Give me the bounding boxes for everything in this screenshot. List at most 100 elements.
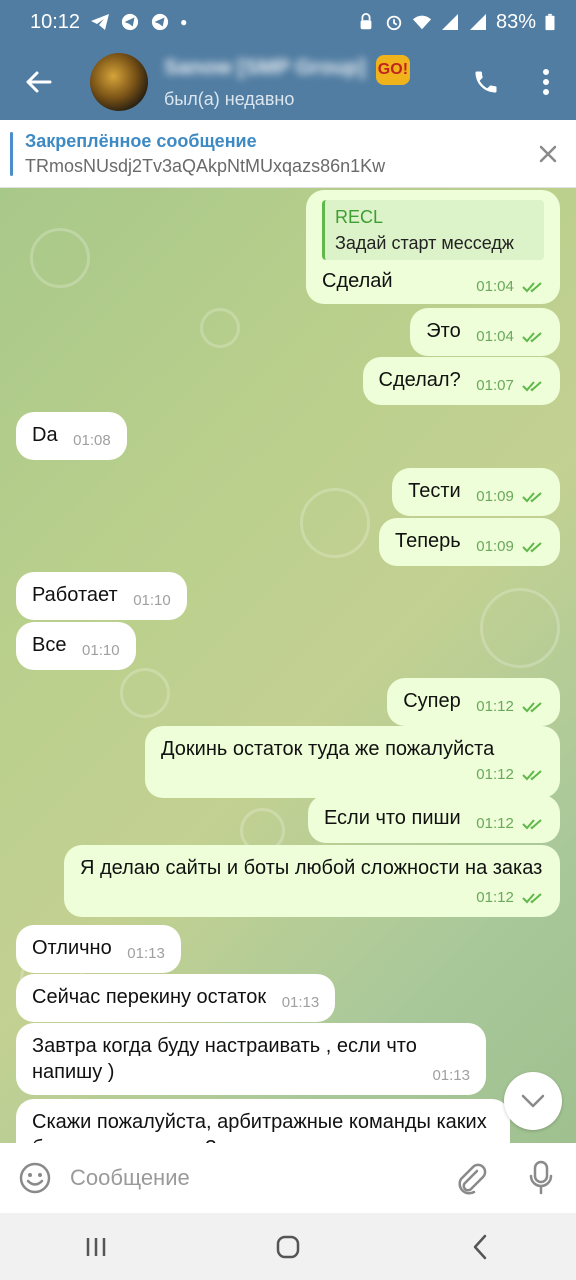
voice-button[interactable] [506,1143,576,1213]
wallpaper-doodle [480,588,560,668]
chat-header: Sanow [SMP Group] GO! был(а) недавно [0,44,576,120]
wifi-icon [412,15,432,30]
emoji-icon [19,1162,51,1194]
message-time: 01:12 [476,815,514,832]
incoming-message[interactable]: Завтра когда буду настраивать , если что… [16,1023,486,1095]
reply-quote[interactable]: RECL Задай старт месседж [322,200,544,260]
incoming-message[interactable]: Отлично 01:13 [16,925,181,973]
double-check-icon [522,332,542,343]
chat-badge: GO! [375,54,410,85]
message-time: 01:10 [133,592,171,609]
phone-icon [475,71,497,93]
telegram-notification-icon [91,14,110,30]
close-icon [539,145,557,162]
wallpaper-doodle [120,668,170,718]
message-input[interactable]: Сообщение [70,1165,436,1191]
message-text: Супер [403,690,461,712]
back-nav-icon [473,1234,487,1259]
message-time: 01:12 [476,766,514,783]
outgoing-message[interactable]: Тести 01:09 [392,468,560,516]
back-nav-button[interactable] [450,1217,510,1277]
back-arrow-icon [26,71,52,93]
signal-icon [441,14,458,30]
incoming-message[interactable]: Скажи пожалуйста, арбитражные команды ка… [16,1099,510,1143]
microphone-icon [529,1160,553,1195]
wallpaper-doodle [300,488,370,558]
message-text: Сделай [322,270,393,292]
message-time: 01:04 [476,278,514,295]
message-text: Все [32,634,67,656]
double-check-icon [522,381,542,392]
call-button[interactable] [456,44,516,120]
more-button[interactable] [516,44,576,120]
dot-icon: ● [180,15,188,29]
outgoing-message[interactable]: Супер 01:12 [387,678,560,726]
home-icon [276,1235,300,1258]
pinned-title: Закреплённое сообщение [25,130,257,151]
double-check-icon [522,819,542,830]
message-text: Теперь [395,530,461,552]
home-button[interactable] [258,1217,318,1277]
message-time: 01:12 [476,698,514,715]
lock-icon [360,13,372,30]
outgoing-message[interactable]: Теперь 01:09 [379,518,560,566]
message-text: Отлично [32,937,112,959]
outgoing-message[interactable]: RECL Задай старт месседж Сделай 01:04 [306,190,560,304]
attach-button[interactable] [436,1143,506,1213]
alarm-icon [386,15,402,31]
back-button[interactable] [0,44,76,120]
recent-apps-button[interactable] [66,1217,126,1277]
outgoing-message[interactable]: Если что пиши 01:12 [307,795,560,843]
message-text: Если что пиши [323,807,461,829]
avatar[interactable] [90,53,148,111]
chat-area[interactable]: RECL Задай старт месседж Сделай 01:04 Эт… [0,188,576,1143]
signal-icon [469,14,486,30]
message-time: 01:13 [281,994,320,1011]
status-bar: 10:12 ● 83% [0,0,576,44]
double-check-icon [522,542,542,553]
outgoing-message[interactable]: Докинь остаток туда же пожалуйста 01:12 [145,726,560,798]
double-check-icon [522,893,542,904]
message-time: 01:07 [476,377,514,394]
chat-title-area[interactable]: Sanow [SMP Group] GO! был(а) недавно [164,54,456,110]
message-text: Я делаю сайты и боты любой сложности на … [80,857,543,879]
message-text: Da [32,424,58,446]
outgoing-message[interactable]: Это 01:04 [410,308,560,356]
message-time: 01:13 [127,945,165,962]
message-text: Завтра когда буду настраивать , если что… [32,1035,417,1083]
incoming-message[interactable]: Сейчас перекину остаток 01:13 [16,974,336,1022]
pinned-close-button[interactable] [520,120,576,188]
system-navigation-bar [0,1213,576,1280]
double-check-icon [522,770,542,781]
pinned-message[interactable]: Закреплённое сообщение TRmosNUsdj2Tv3aQA… [0,120,576,188]
reply-text: Задай старт месседж [335,233,514,253]
attach-icon [458,1163,487,1195]
message-text: Сейчас перекину остаток [32,986,267,1008]
chat-status: был(а) недавно [164,88,295,109]
message-time: 01:09 [476,538,514,555]
double-check-icon [522,282,542,293]
telegram-notification-icon [151,13,169,31]
message-composer: Сообщение [0,1143,576,1213]
incoming-message[interactable]: Работает 01:10 [16,572,187,620]
battery-percent: 83% [495,10,536,33]
status-time: 10:12 [30,10,81,33]
message-time: 01:12 [476,889,514,906]
incoming-message[interactable]: Da 01:08 [16,412,127,460]
message-text: Докинь остаток туда же пожалуйста [161,738,495,760]
outgoing-message[interactable]: Я делаю сайты и боты любой сложности на … [64,845,560,917]
incoming-message[interactable]: Все 01:10 [16,622,136,670]
message-time: 01:10 [82,642,120,659]
telegram-notification-icon [121,13,139,31]
chevron-down-icon [521,1094,545,1108]
message-text: Тести [408,480,461,502]
scroll-down-button[interactable] [504,1072,562,1130]
recent-apps-icon [86,1237,106,1256]
emoji-button[interactable] [0,1143,70,1213]
message-text: Скажи пожалуйста, арбитражные команды ка… [32,1111,487,1143]
reply-author: RECL [335,207,384,227]
message-text: Работает [32,584,118,606]
outgoing-message[interactable]: Сделал? 01:07 [362,357,560,405]
double-check-icon [522,702,542,713]
message-time: 01:09 [476,488,514,505]
